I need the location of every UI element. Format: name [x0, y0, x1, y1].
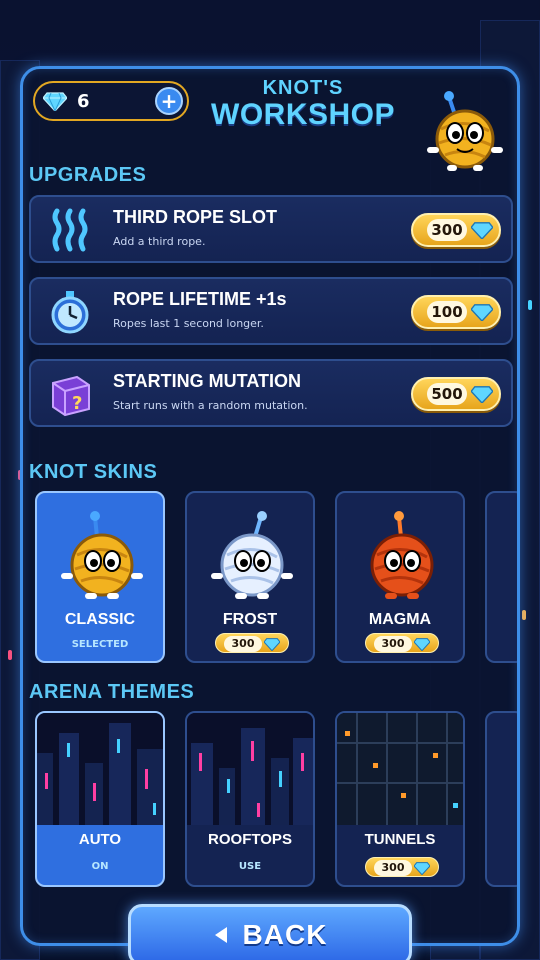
theme-name: ROOFTOPS: [208, 831, 292, 848]
upgrade-name: ROPE LIFETIME +1s: [113, 289, 287, 309]
theme-preview: [187, 713, 313, 825]
skin-name: FROST: [222, 611, 278, 628]
price-value: 300: [374, 636, 412, 652]
skin-status: SELECTED: [71, 639, 129, 650]
buy-theme-button[interactable]: 300: [365, 857, 439, 877]
skin-card-frost[interactable]: FROST 300: [185, 491, 315, 663]
price-value: 100: [427, 301, 467, 323]
buy-button[interactable]: 500: [411, 377, 501, 411]
upgrade-name: STARTING MUTATION: [113, 371, 301, 391]
skin-name: CLASSIC: [64, 611, 136, 628]
title-line1: KNOT'S: [262, 77, 344, 99]
rope-icon: [52, 208, 88, 252]
theme-preview: [337, 713, 463, 825]
diamond-icon: [414, 862, 430, 875]
upgrade-desc: Ropes last 1 second longer.: [113, 317, 264, 330]
price-value: 300: [224, 636, 262, 652]
price-value: 300: [427, 219, 467, 241]
gem-count: 6: [77, 90, 90, 112]
back-arrow-icon: [214, 927, 227, 943]
diamond-icon: [471, 304, 493, 321]
skin-card-partial[interactable]: [485, 491, 517, 663]
workshop-panel: 6 + KNOT'S WORKSHOP UPGRADES THIRD ROPE …: [20, 66, 520, 946]
diamond-icon: [264, 638, 280, 651]
price-value: 500: [427, 383, 467, 405]
add-gems-button[interactable]: +: [155, 87, 183, 115]
upgrade-name: THIRD ROPE SLOT: [113, 207, 278, 227]
theme-card-tunnels[interactable]: TUNNELS 300: [335, 711, 465, 887]
back-label: BACK: [242, 919, 328, 950]
skin-card-classic[interactable]: CLASSIC SELECTED: [35, 491, 165, 663]
themes-heading: ARENA THEMES: [29, 681, 195, 703]
theme-card-auto[interactable]: AUTO ON: [35, 711, 165, 887]
theme-name: TUNNELS: [364, 831, 436, 848]
price-value: 300: [374, 860, 412, 876]
knot-magma-icon: [370, 511, 434, 599]
diamond-icon: [414, 638, 430, 651]
title-line2: WORKSHOP: [211, 98, 395, 131]
knot-frost-icon: [211, 511, 293, 599]
page-title: KNOT'S WORKSHOP: [183, 77, 423, 130]
knot-mascot-icon: [427, 91, 503, 171]
upgrade-desc: Start runs with a random mutation.: [113, 399, 308, 412]
buy-skin-button[interactable]: 300: [365, 633, 439, 653]
skins-heading: KNOT SKINS: [29, 461, 158, 483]
diamond-icon: [471, 222, 493, 239]
gem-counter: 6 +: [33, 81, 189, 121]
theme-status: USE: [238, 861, 262, 872]
theme-card-rooftops[interactable]: ROOFTOPS USE: [185, 711, 315, 887]
svg-text:?: ?: [72, 393, 82, 414]
theme-status: ON: [91, 861, 109, 872]
upgrades-heading: UPGRADES: [29, 164, 147, 186]
back-button[interactable]: BACK: [128, 904, 412, 960]
diamond-icon: [471, 386, 493, 403]
stopwatch-icon: [51, 291, 89, 334]
buy-button[interactable]: 300: [411, 213, 501, 247]
skin-name: MAGMA: [368, 611, 432, 628]
mystery-box-icon: ?: [52, 375, 90, 417]
upgrade-desc: Add a third rope.: [113, 235, 206, 248]
upgrade-row-third-rope[interactable]: THIRD ROPE SLOT Add a third rope. 300: [29, 195, 513, 263]
diamond-icon: [43, 92, 67, 111]
skin-card-magma[interactable]: MAGMA 300: [335, 491, 465, 663]
theme-card-partial[interactable]: [485, 711, 517, 887]
knot-classic-icon: [61, 511, 143, 599]
buy-skin-button[interactable]: 300: [215, 633, 289, 653]
buy-button[interactable]: 100: [411, 295, 501, 329]
theme-preview: [37, 713, 163, 825]
theme-name: AUTO: [78, 831, 122, 848]
upgrade-row-starting-mutation[interactable]: ? STARTING MUTATION Start runs with a ra…: [29, 359, 513, 427]
upgrade-row-rope-lifetime[interactable]: ROPE LIFETIME +1s Ropes last 1 second lo…: [29, 277, 513, 345]
